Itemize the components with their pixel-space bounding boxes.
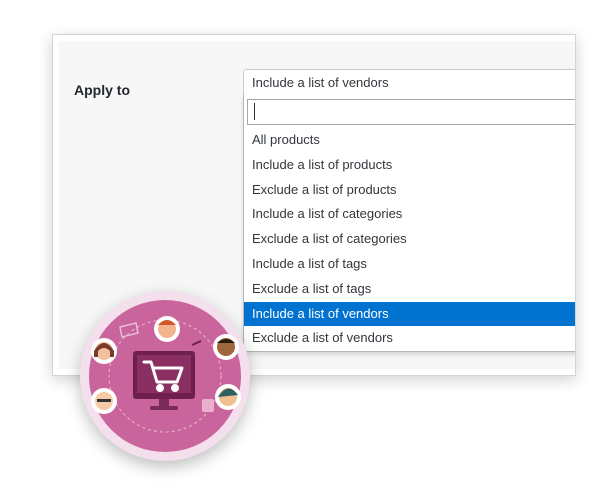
dropdown-options-list: All products Include a list of products … — [244, 128, 575, 351]
apply-to-dropdown: All products Include a list of products … — [243, 94, 575, 352]
option-exclude-tags[interactable]: Exclude a list of tags — [244, 277, 575, 302]
option-all-products[interactable]: All products — [244, 128, 575, 153]
option-include-categories[interactable]: Include a list of categories — [244, 202, 575, 227]
option-include-vendors[interactable]: Include a list of vendors — [244, 301, 575, 327]
option-exclude-products[interactable]: Exclude a list of products — [244, 178, 575, 203]
option-include-tags[interactable]: Include a list of tags — [244, 252, 575, 277]
option-exclude-vendors[interactable]: Exclude a list of vendors — [244, 326, 575, 351]
marketplace-badge — [80, 291, 250, 461]
apply-to-label: Apply to — [74, 82, 130, 98]
option-include-products[interactable]: Include a list of products — [244, 153, 575, 178]
apply-to-select[interactable]: Include a list of vendors — [243, 69, 575, 95]
marketplace-illustration-icon — [89, 300, 241, 452]
option-exclude-categories[interactable]: Exclude a list of categories — [244, 227, 575, 252]
dropdown-search-input[interactable] — [247, 99, 575, 125]
text-caret — [254, 103, 255, 120]
